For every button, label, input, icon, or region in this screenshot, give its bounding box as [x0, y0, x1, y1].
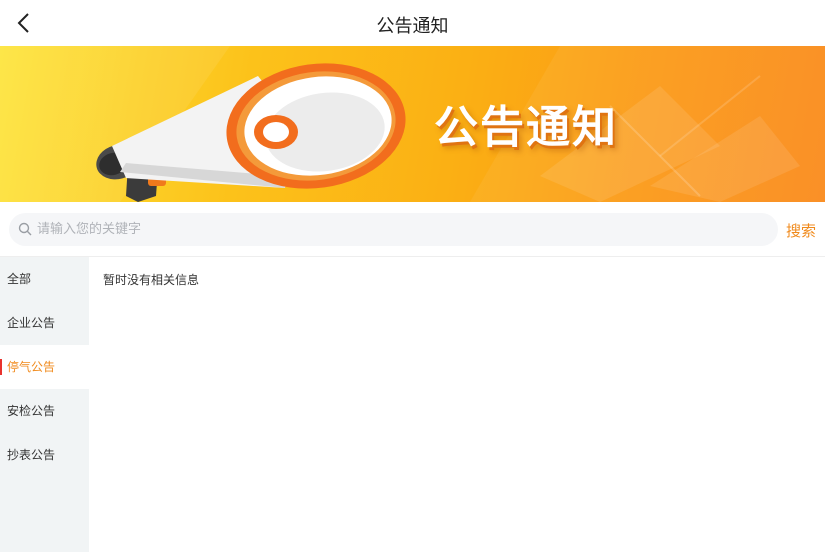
- category-safety-inspection-notice[interactable]: 安检公告: [0, 389, 89, 433]
- banner-title: 公告通知: [434, 102, 618, 153]
- megaphone-icon: [0, 46, 825, 202]
- category-sidebar: 全部 企业公告 停气公告 安检公告 抄表公告: [0, 257, 89, 552]
- search-icon: [18, 222, 32, 236]
- search-bar: 搜索: [0, 202, 825, 257]
- back-button[interactable]: [10, 9, 38, 37]
- category-meter-reading-notice[interactable]: 抄表公告: [0, 433, 89, 477]
- announcement-banner: 公告通知: [0, 46, 825, 202]
- category-all[interactable]: 全部: [0, 257, 89, 301]
- category-enterprise-notice[interactable]: 企业公告: [0, 301, 89, 345]
- category-gas-outage-notice[interactable]: 停气公告: [0, 345, 89, 389]
- notice-list-area: 暂时没有相关信息: [89, 257, 825, 552]
- search-input[interactable]: [37, 213, 767, 246]
- search-box: [9, 213, 778, 246]
- search-button[interactable]: 搜索: [786, 220, 816, 241]
- page-title: 公告通知: [376, 16, 449, 37]
- chevron-left-icon: [17, 13, 29, 33]
- empty-state-message: 暂时没有相关信息: [103, 273, 200, 287]
- top-nav-bar: 公告通知: [0, 0, 825, 46]
